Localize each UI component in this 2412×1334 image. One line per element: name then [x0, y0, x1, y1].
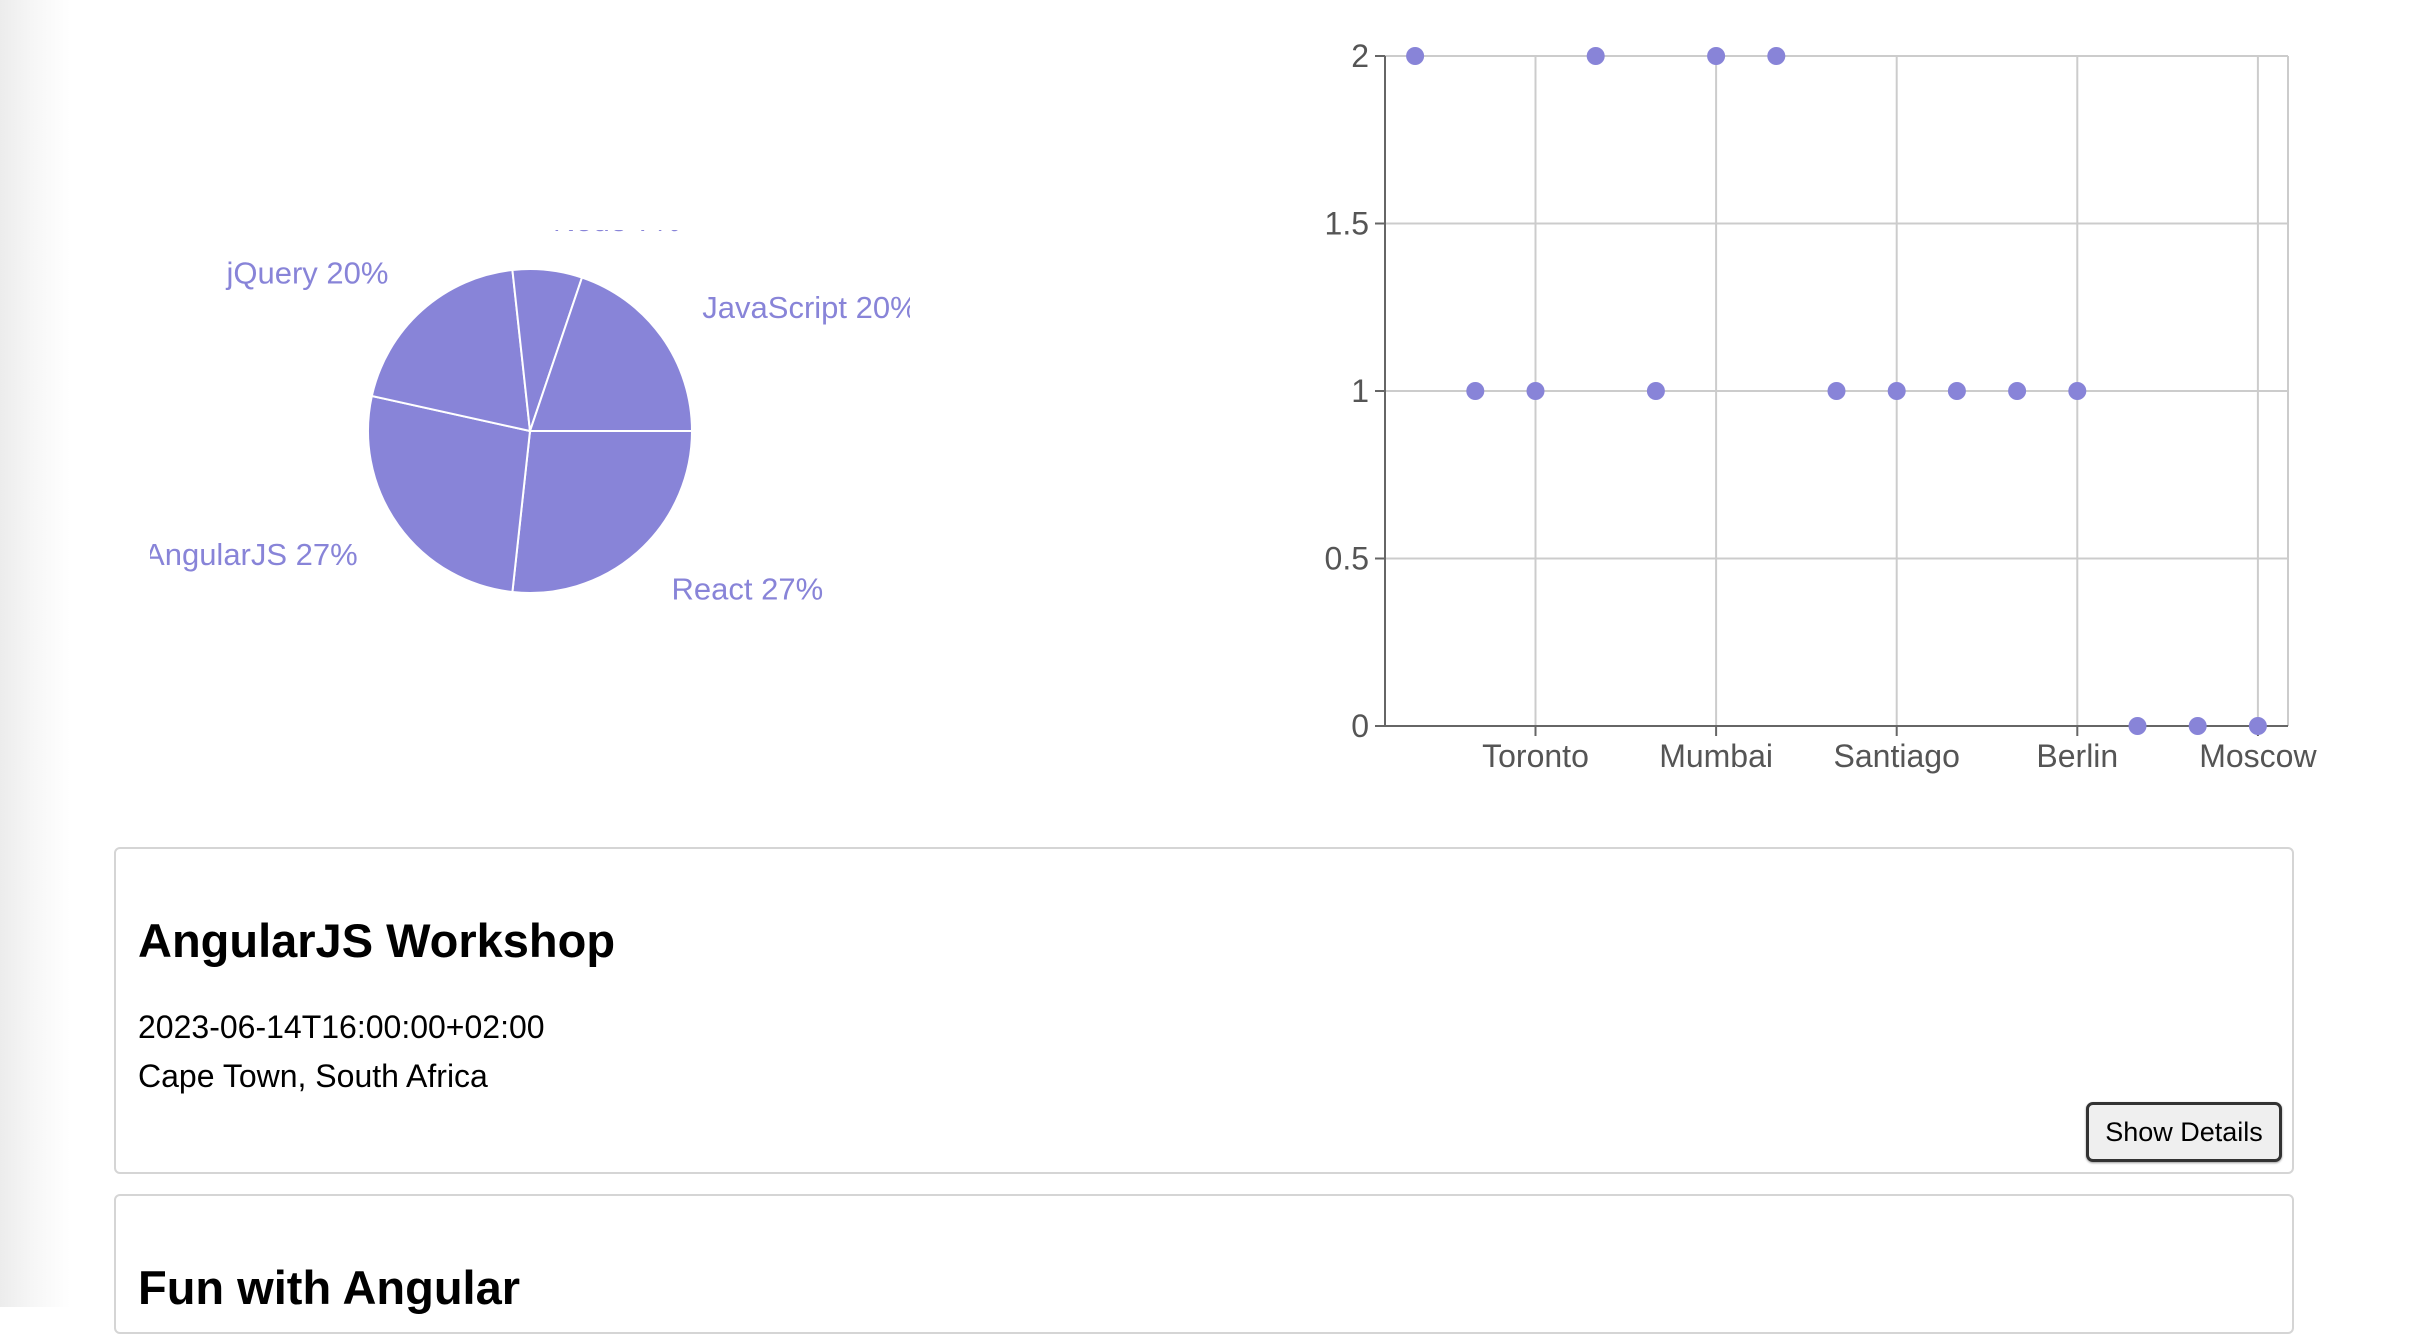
scatter-point	[2188, 717, 2207, 735]
event-title: AngularJS Workshop	[138, 914, 616, 967]
pie-label-angularjs: AngularJS 27%	[150, 537, 358, 572]
scatter-point	[2128, 717, 2147, 735]
x-tick-label: Toronto	[1482, 738, 1589, 774]
x-tick-label: Berlin	[2036, 738, 2118, 774]
scatter-point	[1767, 47, 1786, 65]
event-card: Fun with Angular	[114, 1194, 2294, 1334]
scatter-point	[2008, 382, 2027, 400]
show-details-button[interactable]: Show Details	[2086, 1102, 2282, 1162]
scatter-point	[1947, 382, 1966, 400]
scatter-point	[1466, 382, 1485, 400]
scatter-point	[2068, 382, 2087, 400]
event-location: Cape Town, South Africa	[138, 1058, 488, 1094]
event-card: AngularJS Workshop 2023-06-14T16:00:00+0…	[114, 847, 2294, 1174]
event-date: 2023-06-14T16:00:00+02:00	[138, 1009, 545, 1045]
left-edge-shadow	[0, 0, 70, 1307]
pie-label-node: Node 7%	[553, 230, 681, 238]
scatter-point	[2248, 717, 2267, 735]
pie-slice-react	[511, 430, 694, 594]
pie-chart: React 27% AngularJS 27% jQuery 20% Node 7% J…	[150, 230, 910, 606]
scatter-point	[1406, 47, 1425, 65]
y-tick-label: 1	[1351, 373, 1369, 409]
scatter-point	[1526, 382, 1545, 400]
pie-label-react: React 27%	[672, 571, 824, 606]
x-tick-label: Moscow	[2199, 738, 2317, 774]
pie-label-jquery: jQuery 20%	[226, 256, 389, 291]
x-tick-label: Mumbai	[1659, 738, 1773, 774]
y-tick-label: 2	[1351, 38, 1369, 74]
pie-label-javascript: JavaScript 20%	[702, 290, 910, 325]
scatter-chart: 0 0.5 1 1.5 2 Toronto Mumbai Santiago Berlin Mosc…	[1325, 38, 2318, 774]
y-tick-label: 0	[1351, 708, 1369, 744]
scatter-point	[1646, 382, 1665, 400]
y-tick-label: 1.5	[1325, 206, 1369, 242]
scatter-point	[1586, 47, 1605, 65]
x-tick-label: Santiago	[1834, 738, 1960, 774]
scatter-point	[1887, 382, 1906, 400]
y-tick-label: 0.5	[1325, 541, 1369, 577]
scatter-point	[1707, 47, 1726, 65]
scatter-point	[1827, 382, 1846, 400]
